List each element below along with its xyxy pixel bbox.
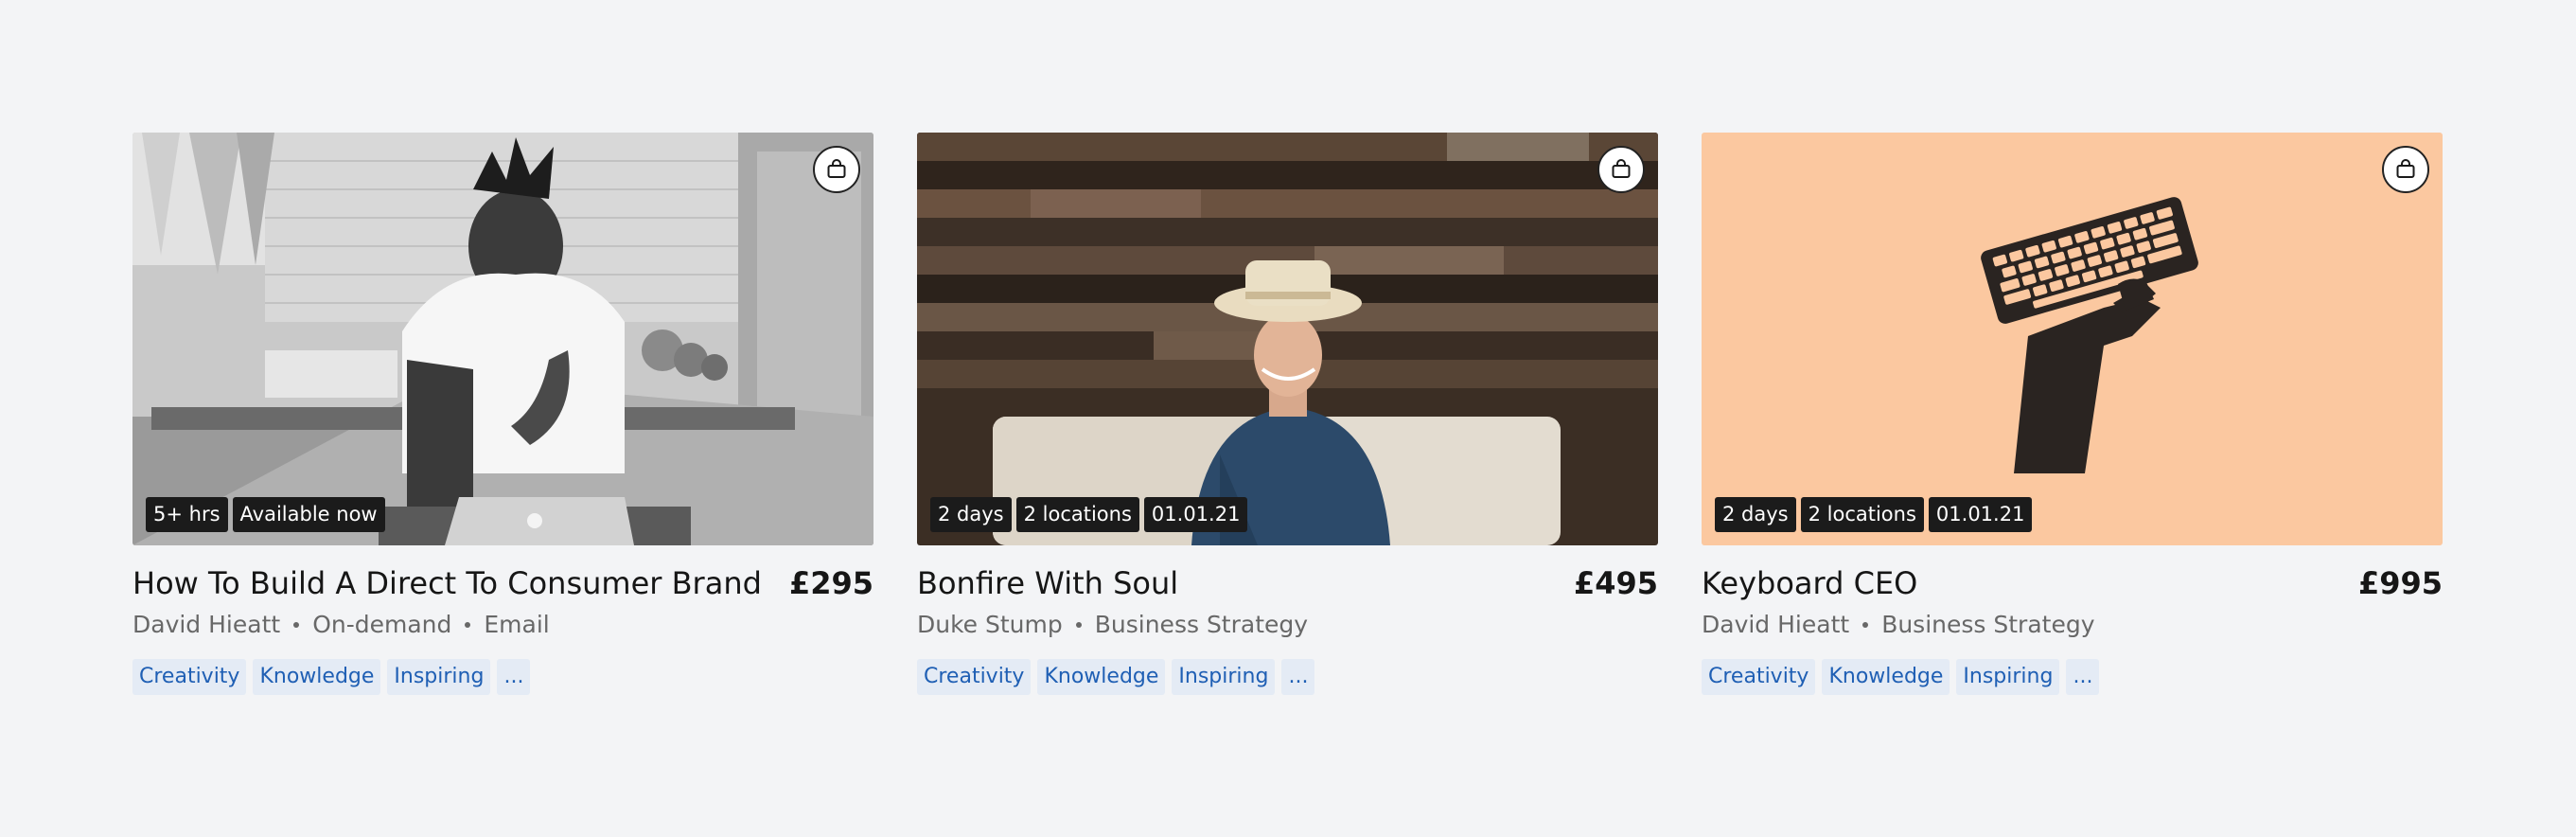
save-to-bag-button[interactable] bbox=[813, 146, 860, 193]
author-name[interactable]: Duke Stump bbox=[917, 610, 1063, 640]
photo-man-hat-icon bbox=[917, 133, 1658, 545]
course-category: Business Strategy bbox=[1094, 611, 1309, 638]
course-title[interactable]: Bonfire With Soul bbox=[917, 564, 1178, 602]
course-image[interactable]: 5+ hrs Available now bbox=[132, 133, 873, 545]
course-price: £995 bbox=[2357, 565, 2443, 601]
more-tags-button[interactable]: ... bbox=[497, 659, 531, 695]
separator-dot bbox=[293, 622, 300, 628]
availability-badges: 2 days 2 locations 01.01.21 bbox=[930, 497, 1248, 532]
course-byline: David Hieatt Business Strategy bbox=[1702, 610, 2443, 640]
date-badge: 01.01.21 bbox=[1928, 497, 2033, 532]
tag[interactable]: Inspiring bbox=[1956, 659, 2060, 695]
course-image[interactable]: 2 days 2 locations 01.01.21 bbox=[917, 133, 1658, 545]
tag[interactable]: Creativity bbox=[917, 659, 1032, 695]
course-card[interactable]: 2 days 2 locations 01.01.21 Bonfire With… bbox=[917, 133, 1658, 695]
shopping-bag-icon bbox=[2396, 159, 2415, 178]
card-title-row: How To Build A Direct To Consumer Brand … bbox=[132, 564, 873, 602]
separator-dot bbox=[1862, 622, 1869, 628]
availability-badges: 2 days 2 locations 01.01.21 bbox=[1715, 497, 2033, 532]
date-badge: 01.01.21 bbox=[1143, 497, 1248, 532]
course-title[interactable]: How To Build A Direct To Consumer Brand bbox=[132, 564, 762, 602]
hand-keyboard-illustration-icon bbox=[1702, 133, 2443, 545]
tag[interactable]: Knowledge bbox=[253, 659, 381, 695]
shopping-bag-icon bbox=[827, 159, 846, 178]
separator-dot bbox=[465, 622, 471, 628]
duration-badge: 2 days bbox=[930, 497, 1012, 532]
course-delivery: Email bbox=[484, 611, 550, 638]
more-tags-button[interactable]: ... bbox=[1281, 659, 1315, 695]
card-title-row: Keyboard CEO £995 bbox=[1702, 564, 2443, 602]
shopping-bag-icon bbox=[1612, 159, 1631, 178]
locations-badge: 2 locations bbox=[1800, 497, 1924, 532]
card-title-row: Bonfire With Soul £495 bbox=[917, 564, 1658, 602]
tag[interactable]: Inspiring bbox=[1172, 659, 1276, 695]
availability-badge: Available now bbox=[232, 497, 385, 532]
tag[interactable]: Knowledge bbox=[1822, 659, 1950, 695]
save-to-bag-button[interactable] bbox=[2382, 146, 2429, 193]
separator-dot bbox=[1075, 622, 1082, 628]
tag-list: Creativity Knowledge Inspiring ... bbox=[132, 659, 873, 695]
tag[interactable]: Knowledge bbox=[1037, 659, 1166, 695]
course-category: Business Strategy bbox=[1881, 611, 2095, 638]
course-price: £295 bbox=[788, 565, 873, 601]
course-format: On-demand bbox=[312, 611, 452, 638]
author-name[interactable]: David Hieatt bbox=[132, 610, 280, 640]
save-to-bag-button[interactable] bbox=[1597, 146, 1645, 193]
course-price: £495 bbox=[1573, 565, 1658, 601]
tag-list: Creativity Knowledge Inspiring ... bbox=[917, 659, 1658, 695]
availability-badges: 5+ hrs Available now bbox=[146, 497, 385, 532]
author-name[interactable]: David Hieatt bbox=[1702, 610, 1849, 640]
course-image[interactable]: 2 days 2 locations 01.01.21 bbox=[1702, 133, 2443, 545]
tag[interactable]: Creativity bbox=[1702, 659, 1816, 695]
duration-badge: 2 days bbox=[1715, 497, 1796, 532]
course-title[interactable]: Keyboard CEO bbox=[1702, 564, 1917, 602]
photo-man-laptop-icon bbox=[132, 133, 873, 545]
course-byline: David Hieatt On-demand Email bbox=[132, 610, 873, 640]
course-byline: Duke Stump Business Strategy bbox=[917, 610, 1658, 640]
course-card-list: 5+ hrs Available now How To Build A Dire… bbox=[132, 133, 2443, 695]
locations-badge: 2 locations bbox=[1015, 497, 1139, 532]
tag-list: Creativity Knowledge Inspiring ... bbox=[1702, 659, 2443, 695]
duration-badge: 5+ hrs bbox=[146, 497, 228, 532]
tag[interactable]: Inspiring bbox=[387, 659, 491, 695]
course-card[interactable]: 2 days 2 locations 01.01.21 Keyboard CEO… bbox=[1702, 133, 2443, 695]
tag[interactable]: Creativity bbox=[132, 659, 247, 695]
more-tags-button[interactable]: ... bbox=[2066, 659, 2100, 695]
course-card[interactable]: 5+ hrs Available now How To Build A Dire… bbox=[132, 133, 873, 695]
